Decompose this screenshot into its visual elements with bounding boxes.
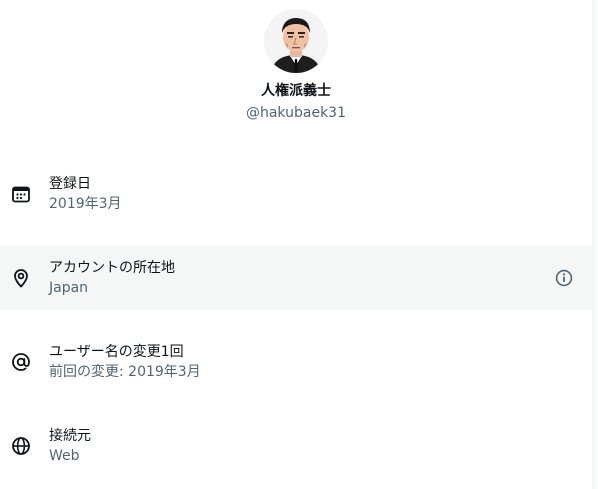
info-row-value: 2019年3月 bbox=[49, 196, 122, 212]
avatar[interactable] bbox=[264, 9, 328, 73]
scrollbar[interactable] bbox=[592, 0, 598, 489]
info-row-connected-via: 接続元 Web bbox=[0, 414, 592, 478]
info-row-label: 登録日 bbox=[49, 176, 91, 192]
globe-icon bbox=[10, 435, 32, 457]
calendar-icon bbox=[10, 183, 32, 205]
user-handle: @hakubaek31 bbox=[245, 105, 346, 121]
display-name: 人権派義士 bbox=[261, 83, 331, 99]
info-row-label: ユーザー名の変更1回 bbox=[49, 344, 184, 360]
avatar-image bbox=[264, 9, 328, 73]
info-row-location[interactable]: アカウントの所在地 Japan bbox=[0, 246, 592, 310]
info-row-username-changes: ユーザー名の変更1回 前回の変更: 2019年3月 bbox=[0, 330, 592, 394]
info-row-value: 前回の変更: 2019年3月 bbox=[49, 364, 201, 380]
profile-header: 人権派義士 @hakubaek31 bbox=[0, 0, 592, 122]
at-sign-icon bbox=[10, 351, 32, 373]
info-row-value: Japan bbox=[49, 280, 89, 296]
info-icon[interactable] bbox=[554, 268, 574, 288]
info-row-label: アカウントの所在地 bbox=[49, 260, 175, 276]
info-row-value: Web bbox=[49, 448, 80, 464]
info-row-label: 接続元 bbox=[49, 428, 91, 444]
info-row-joined: 登録日 2019年3月 bbox=[0, 162, 592, 226]
location-pin-icon bbox=[10, 267, 32, 289]
account-info-page: 人権派義士 @hakubaek31 登録日 2019年3月 アカウントの所在地 … bbox=[0, 0, 598, 489]
